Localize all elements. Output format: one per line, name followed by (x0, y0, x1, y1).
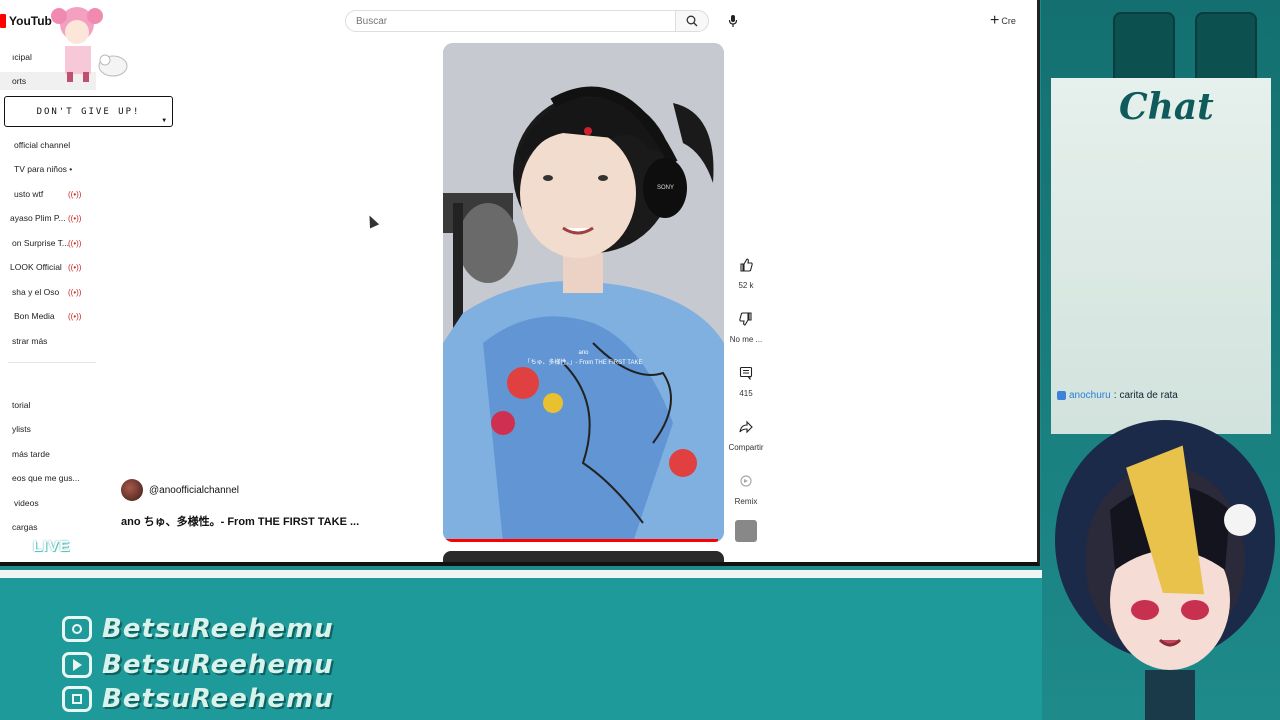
svg-text:SONY: SONY (657, 185, 674, 191)
sidebar-item-subscription[interactable]: TV para niños • (0, 160, 96, 178)
channel-name[interactable]: @anoofficialchannel (149, 485, 239, 496)
sidebar-item-your-videos[interactable]: videos (0, 494, 96, 512)
sidebar-item-subscription[interactable]: LOOK Official ((•)) (0, 258, 96, 276)
search-button[interactable] (675, 10, 709, 32)
search-box[interactable] (345, 10, 675, 32)
social-youtube: BetsuReehemu (62, 650, 334, 680)
banner-border (0, 570, 1042, 578)
sidebar-show-more[interactable]: strar más (0, 332, 96, 350)
sidebar-item-subscription[interactable]: usto wtf ((•)) (0, 185, 96, 203)
sidebar-item-subscription[interactable]: sha y el Oso ((•)) (0, 283, 96, 301)
search-icon (686, 15, 698, 27)
thumbs-up-icon (740, 258, 753, 272)
lantern-decoration (1113, 12, 1175, 88)
sidebar-item-history[interactable]: torial (0, 396, 96, 414)
sidebar-item-playlists[interactable]: ylists (0, 420, 96, 438)
comments-count: 415 (739, 389, 753, 398)
plus-icon: + (990, 12, 1000, 29)
live-indicator-icon: ((•)) (68, 213, 82, 223)
sidebar-item-subscription[interactable]: on Surprise T... ((•)) (0, 234, 96, 252)
next-short-preview[interactable] (443, 551, 724, 562)
dislike-label: No me ... (729, 335, 763, 344)
search-input[interactable] (346, 11, 675, 32)
sidebar-item-downloads[interactable]: cargas (0, 518, 96, 536)
channel-info[interactable]: @anoofficialchannel (121, 479, 239, 501)
remix-action[interactable]: Remix (728, 467, 764, 506)
channel-avatar[interactable] (121, 479, 143, 501)
sound-thumbnail[interactable] (735, 520, 757, 542)
create-button[interactable]: + Cre (990, 10, 1016, 32)
instagram-icon (62, 616, 92, 642)
sidebar-item-subscription[interactable]: ayaso Plim P... ((•)) (0, 209, 96, 227)
live-indicator-icon: ((•)) (68, 238, 82, 248)
stream-layout: YouTub + Cre ıcipal orts official channe… (0, 0, 1280, 720)
twitch-icon (62, 686, 92, 712)
sidebar-divider (8, 362, 96, 363)
live-indicator-icon: ((•)) (68, 262, 82, 272)
chat-title: Chat (1119, 86, 1214, 128)
sidebar-item-liked-videos[interactable]: eos que me gus... (0, 469, 96, 487)
live-indicator-icon: ((•)) (68, 287, 82, 297)
social-instagram: BetsuReehemu (62, 614, 334, 644)
dislike-action[interactable]: No me ... (728, 305, 764, 344)
microphone-icon (728, 15, 738, 27)
live-indicator-icon: ((•)) (68, 189, 82, 199)
browser-capture: YouTub + Cre ıcipal orts official channe… (0, 0, 1040, 566)
social-twitch: BetsuReehemu (62, 684, 334, 714)
comments-action[interactable]: 415 (728, 359, 764, 398)
video-progress-bar[interactable] (443, 539, 719, 542)
share-action[interactable]: Compartir (728, 413, 764, 452)
remix-icon (740, 475, 752, 487)
short-video-player[interactable]: SONY ano 「ちゅ、多様性。」- From THE FIRST TAKE (443, 43, 724, 542)
live-indicator-icon: ((•)) (68, 311, 82, 321)
voice-search-button[interactable] (722, 10, 744, 32)
remix-label: Remix (734, 497, 758, 506)
mouse-cursor-icon (364, 213, 380, 229)
social-banner: BetsuReehemu BetsuReehemu BetsuReehemu (0, 570, 1042, 720)
sidebar-item-subscription[interactable]: Bon Media ((•)) (0, 307, 96, 325)
youtube-icon (62, 652, 92, 678)
short-title[interactable]: ano ちゅ、多様性。- From THE FIRST TAKE ... (121, 513, 359, 529)
dislike-button[interactable] (732, 305, 760, 333)
share-label: Compartir (728, 443, 764, 452)
video-caption-overlay: ano 「ちゅ、多様性。」- From THE FIRST TAKE (524, 350, 643, 366)
youtube-play-icon (0, 14, 6, 28)
remix-button[interactable] (732, 467, 760, 495)
youtube-topbar: YouTub + Cre (0, 0, 1037, 42)
vtuber-avatar (1055, 420, 1275, 720)
pixel-character-sticker (51, 7, 128, 82)
chat-message-area (1051, 78, 1271, 434)
sidebar-item-subscription[interactable]: official channel (0, 136, 96, 154)
lantern-decoration (1195, 12, 1257, 88)
caret-down-icon: ▼ (162, 117, 168, 124)
like-count: 52 k (738, 281, 754, 290)
comments-button[interactable] (732, 359, 760, 387)
comment-icon (739, 366, 753, 380)
like-action[interactable]: 52 k (728, 251, 764, 290)
video-frame: SONY (443, 43, 724, 542)
speech-bubble: DON'T GIVE UP! ▼ (4, 96, 173, 127)
live-badge: LIVE (33, 538, 71, 555)
share-button[interactable] (732, 413, 760, 441)
sidebar-item-watch-later[interactable]: más tarde (0, 445, 96, 463)
like-button[interactable] (732, 251, 760, 279)
thumbs-down-icon (739, 312, 752, 326)
share-icon (739, 420, 753, 434)
